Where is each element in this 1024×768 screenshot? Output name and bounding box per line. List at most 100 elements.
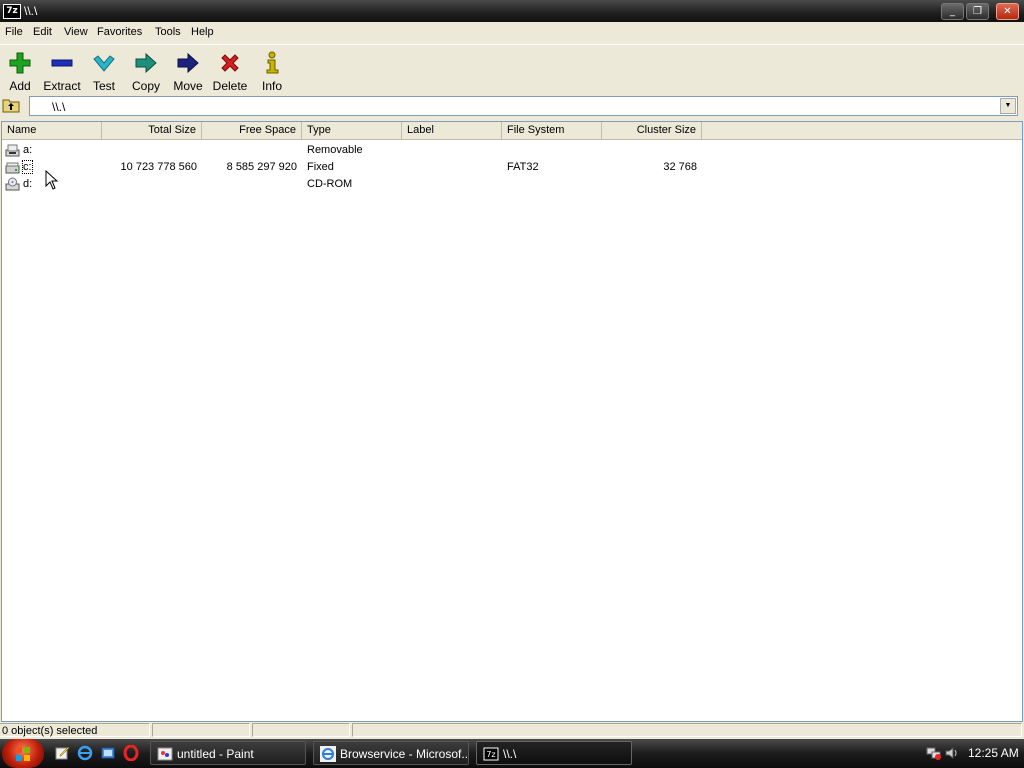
row-type: CD-ROM [307,178,353,190]
copy-button[interactable]: Copy [124,49,168,93]
menu-favorites[interactable]: Favorites [97,26,142,38]
column-header-label[interactable]: Label [402,122,502,139]
row-name-text: c: [22,160,33,174]
row-label [402,176,502,193]
opera-icon[interactable] [123,745,139,761]
status-panel [152,723,250,737]
plus-icon [9,52,31,74]
toolbar: Add Extract Test Copy Move Delete Info [0,44,1024,93]
table-row[interactable]: d: CD-ROM [2,176,1022,193]
address-bar: \\.\ ▼ [0,94,1024,118]
minus-icon [51,59,73,67]
row-total-size: 10 723 778 560 [120,161,197,173]
test-label: Test [92,79,115,93]
row-free-space [202,176,302,193]
row-label [402,142,502,159]
row-name: c: [22,159,33,176]
status-selection: 0 object(s) selected [0,723,150,737]
column-header-free-space[interactable]: Free Space [202,122,302,139]
chevron-down-icon[interactable]: ▼ [1000,98,1016,114]
row-cluster-size [602,176,702,193]
copy-arrow-icon [135,52,157,74]
svg-text:7z: 7z [486,750,495,759]
row-total-size [102,176,202,193]
move-button[interactable]: Move [166,49,210,93]
status-panel [252,723,350,737]
close-button[interactable]: ✕ [996,3,1019,20]
copy-label: Copy [131,79,160,93]
x-icon [221,54,239,72]
internet-explorer-icon[interactable] [77,745,93,761]
row-file-system [502,176,602,193]
add-button[interactable]: Add [0,49,42,93]
start-button[interactable] [2,739,44,768]
row-file-system: FAT32 [507,161,539,173]
taskbar-item-label: untitled - Paint [177,747,254,761]
row-total-size [102,142,202,159]
windows-logo-icon [16,747,30,761]
clock[interactable]: 12:25 AM [968,739,1019,768]
menu-tools[interactable]: Tools [155,26,181,38]
info-label: Info [261,79,282,93]
check-icon [93,55,115,72]
move-arrow-icon [177,52,199,74]
menu-bar: File Edit View Favorites Tools Help [0,24,1024,42]
row-name: d: [23,178,33,190]
floppy-drive-icon [5,144,20,157]
row-type: Fixed [307,161,334,173]
taskbar-item-label: \\.\ [503,747,517,761]
row-type: Removable [307,144,363,156]
restore-button[interactable]: ❐ [966,3,989,20]
window-title: \\.\ [24,4,38,18]
list-header: Name Total Size Free Space Type Label Fi… [2,122,1022,140]
column-header-cluster-size[interactable]: Cluster Size [602,122,702,139]
app-icon: 7z [3,4,21,19]
row-free-space [202,142,302,159]
taskbar-item-label: Browservice - Microsof... [340,747,469,761]
minimize-button[interactable]: _ [941,3,964,20]
table-row[interactable]: c: 10 723 778 560 8 585 297 920 Fixed FA… [2,159,1022,176]
hard-drive-icon [5,162,20,174]
7zip-icon: 7z [483,747,499,761]
row-label [402,159,502,176]
column-header-file-system[interactable]: File System [502,122,602,139]
info-icon [266,51,279,74]
row-name: a: [23,144,33,156]
file-list[interactable]: Name Total Size Free Space Type Label Fi… [1,121,1023,722]
folder-up-icon[interactable] [2,97,20,113]
menu-view[interactable]: View [64,26,88,38]
row-cluster-size [602,142,702,159]
taskbar-item-paint[interactable]: untitled - Paint [150,741,306,765]
delete-button[interactable]: Delete [208,49,252,93]
quicklaunch-edit-icon[interactable] [54,745,70,761]
paint-icon [157,747,173,761]
speaker-icon[interactable] [944,745,960,761]
mouse-cursor-icon [45,170,59,190]
menu-help[interactable]: Help [191,26,214,38]
row-cluster-size: 32 768 [663,161,697,173]
menu-edit[interactable]: Edit [33,26,52,38]
row-free-space: 8 585 297 920 [226,161,297,173]
address-input[interactable]: \\.\ ▼ [29,96,1018,116]
column-header-type[interactable]: Type [302,122,402,139]
show-desktop-icon[interactable] [100,745,116,761]
move-label: Move [173,79,203,93]
column-header-total-size[interactable]: Total Size [102,122,202,139]
test-button[interactable]: Test [82,49,126,93]
column-header-name[interactable]: Name [2,122,102,139]
extract-label: Extract [43,79,81,93]
taskbar-item-7zip[interactable]: 7z \\.\ [476,741,632,765]
taskbar-item-browservice[interactable]: Browservice - Microsof... [313,741,469,765]
internet-explorer-icon [320,746,336,762]
info-button[interactable]: Info [250,49,294,93]
add-label: Add [9,79,31,93]
row-file-system [502,142,602,159]
taskbar: untitled - Paint Browservice - Microsof.… [0,739,1024,768]
status-bar: 0 object(s) selected [0,722,1024,739]
delete-label: Delete [212,79,248,93]
menu-file[interactable]: File [5,26,23,38]
status-panel [352,723,1022,737]
network-icon[interactable] [926,745,942,761]
table-row[interactable]: a: Removable [2,142,1022,159]
extract-button[interactable]: Extract [40,49,84,93]
